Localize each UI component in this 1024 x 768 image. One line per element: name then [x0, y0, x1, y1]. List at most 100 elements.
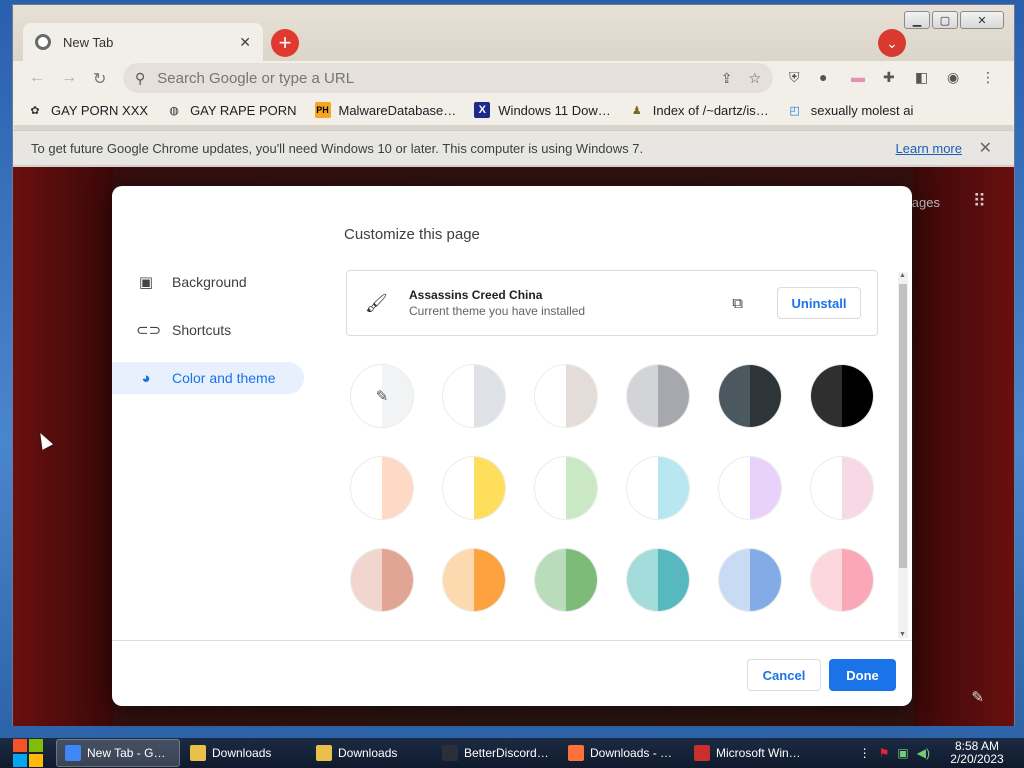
color-swatch[interactable]: [534, 364, 598, 428]
dialog-scrollbar[interactable]: ▲ ▼: [898, 272, 908, 638]
color-swatch[interactable]: [718, 548, 782, 612]
close-tab-icon[interactable]: ✕: [239, 34, 251, 51]
taskbar-item[interactable]: Downloads: [308, 739, 432, 767]
omnibox[interactable]: ⚲ ⇪ ☆: [123, 63, 773, 93]
cancel-button[interactable]: Cancel: [747, 659, 821, 691]
custom-color-picker[interactable]: ✎: [350, 364, 414, 428]
apps-grid-icon[interactable]: ⠿: [973, 191, 986, 212]
open-external-icon[interactable]: ⧉: [732, 295, 743, 312]
bookmark-item[interactable]: ♟ Index of /~dartz/is…: [629, 102, 769, 118]
minimize-button[interactable]: ▁: [904, 11, 930, 29]
color-swatch[interactable]: [626, 548, 690, 612]
menu-kebab-icon[interactable]: ⋮: [981, 69, 995, 86]
color-swatch[interactable]: [810, 364, 874, 428]
close-window-button[interactable]: ✕: [960, 11, 1004, 29]
sidebar-item-shortcuts[interactable]: ⊂⊃ Shortcuts: [112, 314, 312, 346]
bookmark-item[interactable]: X Windows 11 Dow…: [474, 102, 611, 118]
new-tab-button[interactable]: +: [271, 29, 299, 57]
background-decoration: [13, 167, 113, 726]
bookmark-item[interactable]: ◰ sexually molest ai: [787, 102, 914, 118]
dialog-heading: Customize this page: [344, 226, 480, 243]
color-swatch[interactable]: [626, 364, 690, 428]
color-swatch[interactable]: [442, 548, 506, 612]
toolbar: ← → ↻ ⚲ ⇪ ☆ ⛨ ● ▬ ✚ ◧ ◉ ⋮: [13, 61, 1014, 95]
uninstall-button[interactable]: Uninstall: [777, 287, 861, 319]
customize-dialog: Customize this page ▣ Background ⊂⊃ Shor…: [112, 186, 912, 706]
images-link-partial[interactable]: ages: [912, 195, 940, 210]
installed-theme-card: 🖌 Assassins Creed China Current theme yo…: [346, 270, 878, 336]
window-controls: ▁ ▢ ✕: [904, 11, 1004, 29]
taskbar-item[interactable]: BetterDiscord…: [434, 739, 558, 767]
bookmark-item[interactable]: ✿ GAY PORN XXX: [27, 102, 148, 118]
color-swatch[interactable]: [534, 548, 598, 612]
dialog-footer: Cancel Done: [112, 640, 912, 706]
theme-name: Assassins Creed China: [409, 288, 543, 302]
color-swatch[interactable]: [350, 456, 414, 520]
bookmark-item[interactable]: PH MalwareDatabase…: [314, 102, 456, 118]
search-icon: ⚲: [135, 69, 146, 86]
taskbar-item[interactable]: Downloads - …: [560, 739, 684, 767]
done-button[interactable]: Done: [829, 659, 896, 691]
color-swatch[interactable]: [442, 456, 506, 520]
flag-extension-icon[interactable]: ▬: [851, 69, 865, 85]
customize-sidebar: ▣ Background ⊂⊃ Shortcuts ◕ Color and th…: [112, 266, 312, 410]
app-icon: [65, 745, 81, 761]
tray-overflow-icon[interactable]: ⋮: [859, 746, 871, 760]
bookmark-item[interactable]: ◍ GAY RAPE PORN: [166, 102, 296, 118]
taskbar-item-label: BetterDiscord…: [464, 746, 549, 760]
color-swatch[interactable]: [626, 456, 690, 520]
taskbar-item[interactable]: New Tab - G…: [56, 739, 180, 767]
app-icon: [568, 745, 584, 761]
taskbar: New Tab - G… Downloads Downloads BetterDisc…: [0, 738, 1024, 768]
taskbar-item[interactable]: Downloads: [182, 739, 306, 767]
scroll-up-arrow-icon[interactable]: ▲: [899, 272, 906, 279]
color-swatch[interactable]: [350, 548, 414, 612]
scroll-down-arrow-icon[interactable]: ▼: [899, 631, 906, 638]
action-center-flag-icon[interactable]: ⚑: [879, 746, 890, 760]
title-bar: New Tab ✕ + ⌄ ▁ ▢ ✕: [13, 5, 1014, 61]
image-icon: ▣: [138, 274, 154, 291]
scrollbar-thumb[interactable]: [899, 284, 907, 568]
customize-pencil-icon[interactable]: ✎: [971, 688, 984, 706]
side-panel-icon[interactable]: ◧: [915, 69, 928, 86]
color-swatch[interactable]: [718, 364, 782, 428]
share-icon[interactable]: ⇪: [721, 70, 733, 87]
back-arrow-icon[interactable]: ←: [29, 69, 45, 87]
color-swatch[interactable]: [534, 456, 598, 520]
bookmarks-bar: ✿ GAY PORN XXX ◍ GAY RAPE PORN PH MalwareDa…: [13, 95, 1014, 125]
maximize-button[interactable]: ▢: [932, 11, 958, 29]
sidebar-item-color-and-theme[interactable]: ◕ Color and theme: [112, 362, 304, 394]
bookmark-star-icon[interactable]: ☆: [748, 70, 761, 87]
forward-arrow-icon[interactable]: →: [61, 69, 77, 87]
color-swatch[interactable]: [810, 456, 874, 520]
clock[interactable]: 8:58 AM 2/20/2023: [940, 740, 1024, 766]
color-swatch[interactable]: [442, 364, 506, 428]
volume-icon[interactable]: ◀): [917, 746, 930, 760]
taskbar-item-label: Downloads: [212, 746, 272, 760]
paintbrush-icon: 🖌: [365, 292, 388, 313]
color-swatch[interactable]: [718, 456, 782, 520]
start-button[interactable]: [0, 738, 56, 768]
taskbar-item-label: New Tab - G…: [87, 746, 166, 760]
extensions-puzzle-icon[interactable]: ✚: [883, 69, 895, 86]
taskbar-item[interactable]: Microsoft Win…: [686, 739, 810, 767]
app-icon: [694, 745, 710, 761]
link-icon: ⊂⊃: [136, 322, 162, 339]
shield-extension-icon[interactable]: ⛨: [789, 69, 800, 86]
learn-more-link[interactable]: Learn more: [896, 141, 962, 156]
tab-new-tab[interactable]: New Tab ✕: [23, 23, 263, 61]
profile-extension-icon[interactable]: ●: [819, 69, 827, 85]
system-tray: ⋮ ⚑ ▣ ◀) 8:58 AM 2/20/2023: [859, 738, 1024, 768]
close-infobar-icon[interactable]: ✕: [979, 138, 992, 158]
network-icon[interactable]: ▣: [897, 746, 908, 760]
sidebar-item-background[interactable]: ▣ Background: [112, 266, 312, 298]
tab-title: New Tab: [63, 34, 114, 50]
color-swatch[interactable]: [810, 548, 874, 612]
omnibox-input[interactable]: [157, 69, 721, 87]
bookmark-favicon-icon: PH: [314, 102, 331, 118]
profile-avatar-icon[interactable]: ◉: [947, 69, 959, 86]
chrome-favicon-icon: [35, 34, 51, 50]
tab-search-button[interactable]: ⌄: [878, 29, 906, 57]
reload-icon[interactable]: ↻: [93, 69, 106, 89]
app-icon: [442, 745, 458, 761]
